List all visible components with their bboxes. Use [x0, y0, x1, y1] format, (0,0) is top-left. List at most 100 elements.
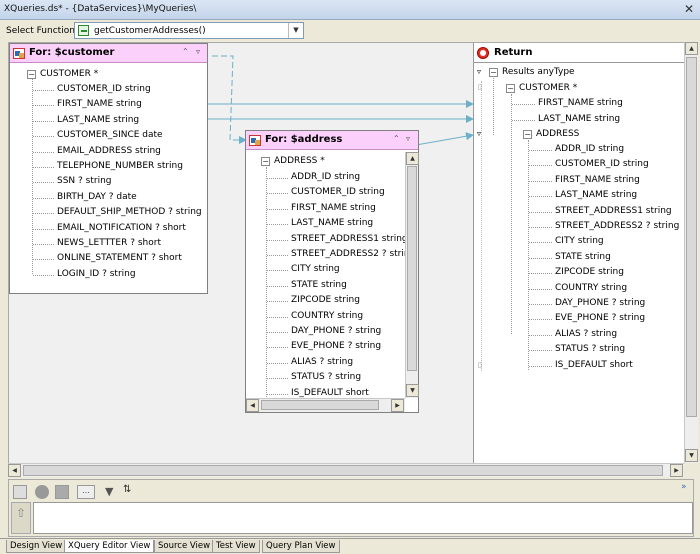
- return-address-field-is-default[interactable]: IS_DEFAULT short: [555, 360, 633, 370]
- return-address-field-street-address2[interactable]: STREET_ADDRESS2 ? string: [555, 221, 679, 231]
- return-customer-field-last-name[interactable]: LAST_NAME string: [538, 114, 620, 124]
- collapse-icon[interactable]: ⌃: [182, 47, 189, 56]
- address-field-is-default[interactable]: IS_DEFAULT short: [291, 388, 369, 398]
- address-vertical-scrollbar[interactable]: ▲ ▼: [405, 152, 419, 398]
- return-address-field-eve-phone[interactable]: EVE_PHONE ? string: [555, 313, 645, 323]
- return-address-field-first-name[interactable]: FIRST_NAME string: [555, 175, 640, 185]
- collapse-toggle-icon[interactable]: −: [27, 70, 36, 79]
- customer-field-birth-day[interactable]: BIRTH_DAY ? date: [57, 192, 137, 202]
- scroll-right-icon[interactable]: ▶: [670, 464, 683, 477]
- address-field-status[interactable]: STATUS ? string: [291, 372, 361, 382]
- address-field-country[interactable]: COUNTRY string: [291, 311, 363, 321]
- tab-test-view[interactable]: Test View: [212, 540, 260, 553]
- collapse-toggle-icon[interactable]: −: [489, 68, 498, 77]
- return-address-field-day-phone[interactable]: DAY_PHONE ? string: [555, 298, 645, 308]
- collapse-toggle-icon[interactable]: −: [523, 130, 532, 139]
- customer-field-ssn[interactable]: SSN ? string: [57, 176, 112, 186]
- address-field-city[interactable]: CITY string: [291, 264, 340, 274]
- customer-panel[interactable]: For: $customer ⌃ ▿ − CUSTOMER * CUSTOMER…: [9, 43, 208, 294]
- scroll-down-icon[interactable]: ▼: [685, 449, 698, 462]
- sort-az-icon[interactable]: ⇅: [123, 484, 131, 495]
- address-panel-header[interactable]: For: $address ⌃ ▿: [246, 131, 418, 150]
- scroll-right-icon[interactable]: ▶: [391, 399, 404, 412]
- function-select[interactable]: getCustomerAddresses() ▼: [74, 22, 304, 39]
- scroll-thumb[interactable]: [407, 166, 417, 371]
- results-node[interactable]: Results anyType: [502, 67, 575, 77]
- address-field-customer-id[interactable]: CUSTOMER_ID string: [291, 187, 385, 197]
- tab-design-view[interactable]: Design View: [6, 540, 67, 553]
- customer-field-email-address[interactable]: EMAIL_ADDRESS string: [57, 146, 161, 156]
- address-horizontal-scrollbar[interactable]: ◀ ▶: [246, 398, 405, 412]
- address-root-node[interactable]: ADDRESS *: [274, 156, 325, 166]
- customer-field-first-name[interactable]: FIRST_NAME string: [57, 99, 142, 109]
- customer-field-last-name[interactable]: LAST_NAME string: [57, 115, 139, 125]
- customer-field-news-lettter[interactable]: NEWS_LETTTER ? short: [57, 238, 161, 248]
- more-icon[interactable]: …: [77, 485, 95, 499]
- return-address-field-city[interactable]: CITY string: [555, 236, 604, 246]
- customer-field-online-statement[interactable]: ONLINE_STATEMENT ? short: [57, 253, 182, 263]
- return-address-field-addr-id[interactable]: ADDR_ID string: [555, 144, 624, 154]
- filter-icon[interactable]: ▼: [105, 485, 113, 498]
- collapse-icon[interactable]: ⌃: [393, 134, 400, 143]
- customer-field-email-notification[interactable]: EMAIL_NOTIFICATION ? short: [57, 223, 186, 233]
- tab-source-view[interactable]: Source View: [154, 540, 215, 553]
- customer-field-default-ship-method[interactable]: DEFAULT_SHIP_METHOD ? string: [57, 207, 202, 217]
- return-address-field-customer-id[interactable]: CUSTOMER_ID string: [555, 159, 649, 169]
- scroll-left-icon[interactable]: ◀: [246, 399, 259, 412]
- customer-field-customer-id[interactable]: CUSTOMER_ID string: [57, 84, 151, 94]
- address-field-day-phone[interactable]: DAY_PHONE ? string: [291, 326, 381, 336]
- scroll-up-icon[interactable]: ▲: [406, 152, 419, 165]
- chevron-down-icon[interactable]: ▼: [288, 23, 303, 38]
- tab-query-plan-view[interactable]: Query Plan View: [262, 540, 340, 553]
- customer-panel-header[interactable]: For: $customer ⌃ ▿: [10, 44, 207, 63]
- return-address-field-street-address1[interactable]: STREET_ADDRESS1 string: [555, 206, 672, 216]
- return-address-field-country[interactable]: COUNTRY string: [555, 283, 627, 293]
- canvas-vertical-scrollbar[interactable]: ▲ ▼: [684, 42, 698, 463]
- return-customer-node[interactable]: CUSTOMER *: [519, 83, 577, 93]
- address-field-street-address1[interactable]: STREET_ADDRESS1 string: [291, 234, 408, 244]
- customer-field-customer-since[interactable]: CUSTOMER_SINCE date: [57, 130, 163, 140]
- collapse-toggle-icon[interactable]: −: [261, 157, 270, 166]
- return-address-field-state[interactable]: STATE string: [555, 252, 611, 262]
- design-canvas[interactable]: For: $customer ⌃ ▿ − CUSTOMER * CUSTOMER…: [8, 42, 684, 463]
- expression-editor[interactable]: [33, 502, 693, 534]
- address-field-alias[interactable]: ALIAS ? string: [291, 357, 353, 367]
- return-address-field-alias[interactable]: ALIAS ? string: [555, 329, 617, 339]
- scroll-thumb[interactable]: [686, 57, 697, 417]
- canvas-horizontal-scrollbar[interactable]: ◀ ▶: [8, 463, 684, 477]
- return-address-field-last-name[interactable]: LAST_NAME string: [555, 190, 637, 200]
- pin-icon[interactable]: ▿: [477, 67, 481, 76]
- scroll-down-icon[interactable]: ▼: [406, 384, 419, 397]
- pin-icon[interactable]: ▿: [477, 129, 481, 138]
- group-icon[interactable]: [35, 485, 49, 499]
- scroll-thumb[interactable]: [261, 400, 379, 410]
- sort-icon[interactable]: [55, 485, 69, 499]
- collapse-panel-icon[interactable]: »: [681, 482, 687, 492]
- customer-field-login-id[interactable]: LOGIN_ID ? string: [57, 269, 136, 279]
- return-address-field-status[interactable]: STATUS ? string: [555, 344, 625, 354]
- address-field-street-address2[interactable]: STREET_ADDRESS2 ? strin: [291, 249, 410, 259]
- condition-icon[interactable]: [13, 485, 27, 499]
- return-customer-field-first-name[interactable]: FIRST_NAME string: [538, 98, 623, 108]
- move-up-button[interactable]: ⇧: [11, 502, 31, 534]
- address-field-last-name[interactable]: LAST_NAME string: [291, 218, 373, 228]
- address-field-first-name[interactable]: FIRST_NAME string: [291, 203, 376, 213]
- address-field-zipcode[interactable]: ZIPCODE string: [291, 295, 360, 305]
- customer-root-node[interactable]: CUSTOMER *: [40, 69, 98, 79]
- pin-icon[interactable]: ▿: [196, 47, 200, 56]
- address-field-addr-id[interactable]: ADDR_ID string: [291, 172, 360, 182]
- address-field-state[interactable]: STATE string: [291, 280, 347, 290]
- collapse-toggle-icon[interactable]: −: [506, 84, 515, 93]
- scroll-left-icon[interactable]: ◀: [8, 464, 21, 477]
- return-panel[interactable]: Return ▿ ▯ ▿ ▯ − Results anyType − CUSTO…: [473, 43, 684, 463]
- scroll-thumb[interactable]: [23, 465, 663, 476]
- scroll-up-icon[interactable]: ▲: [685, 42, 698, 55]
- pin-icon[interactable]: ▿: [406, 134, 410, 143]
- customer-field-telephone-number[interactable]: TELEPHONE_NUMBER string: [57, 161, 183, 171]
- tab-xquery-editor-view[interactable]: XQuery Editor View: [64, 540, 155, 553]
- address-field-eve-phone[interactable]: EVE_PHONE ? string: [291, 341, 381, 351]
- close-icon[interactable]: ✕: [684, 2, 694, 16]
- return-address-node[interactable]: ADDRESS: [536, 129, 579, 139]
- address-panel[interactable]: For: $address ⌃ ▿ − ADDRESS * ADDR_ID st…: [245, 130, 419, 413]
- return-address-field-zipcode[interactable]: ZIPCODE string: [555, 267, 624, 277]
